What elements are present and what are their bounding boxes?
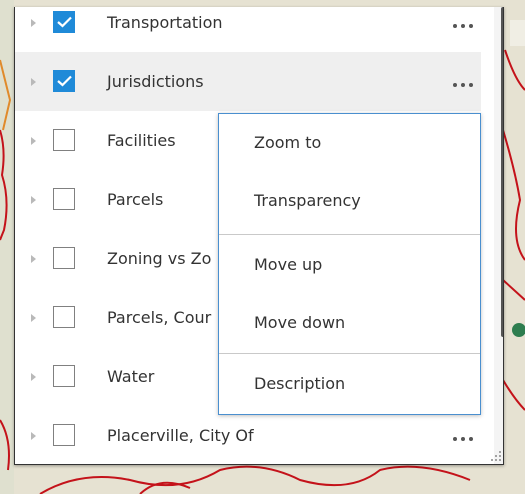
menu-item-label: Description [254,374,346,393]
resize-grip-icon[interactable] [490,447,502,461]
caret-right-icon[interactable] [31,372,36,381]
checkmark-icon [57,75,72,87]
caret-right-icon[interactable] [31,77,36,86]
layer-visibility-checkbox[interactable] [53,69,75,92]
scrollbar-thumb[interactable] [501,7,503,337]
menu-item-label: Transparency [254,191,361,210]
layer-label: Jurisdictions [107,71,204,91]
menu-item-label: Move down [254,313,346,332]
menu-item-description[interactable]: Description [219,355,480,413]
layer-label: Parcels, Cour [107,307,212,327]
layer-visibility-checkbox[interactable] [53,364,75,387]
menu-item-transparency[interactable]: Transparency [219,172,480,230]
layer-row[interactable]: Jurisdictions [15,52,481,111]
layer-visibility-checkbox[interactable] [53,10,75,33]
ellipsis-icon[interactable] [453,82,475,89]
menu-item-label: Zoom to [254,133,322,152]
layer-visibility-checkbox[interactable] [53,187,75,210]
layer-label: Transportation [107,12,223,32]
caret-right-icon[interactable] [31,18,36,27]
layer-visibility-checkbox[interactable] [53,305,75,328]
layer-label: Water [107,366,155,386]
layer-row[interactable]: Transportation [15,7,481,52]
layer-visibility-checkbox[interactable] [53,128,75,151]
caret-right-icon[interactable] [31,313,36,322]
layer-context-menu: Zoom to Transparency Move up Move down D… [218,113,481,415]
layer-label: Zoning vs Zo [107,248,212,268]
checkmark-icon [57,16,72,28]
layer-label: Parcels [107,189,164,209]
layer-label: Placerville, City Of [107,425,254,445]
menu-item-move-down[interactable]: Move down [219,294,480,352]
ellipsis-icon[interactable] [453,23,475,30]
caret-right-icon[interactable] [31,254,36,263]
layer-label: Facilities [107,130,176,150]
ellipsis-icon[interactable] [453,436,475,443]
menu-item-zoom-to[interactable]: Zoom to [219,114,480,172]
menu-divider [219,234,480,235]
caret-right-icon[interactable] [31,431,36,440]
caret-right-icon[interactable] [31,195,36,204]
menu-item-move-up[interactable]: Move up [219,236,480,294]
menu-item-label: Move up [254,255,323,274]
layer-visibility-checkbox[interactable] [53,423,75,446]
caret-right-icon[interactable] [31,136,36,145]
layer-visibility-checkbox[interactable] [53,246,75,269]
menu-divider [219,353,480,354]
